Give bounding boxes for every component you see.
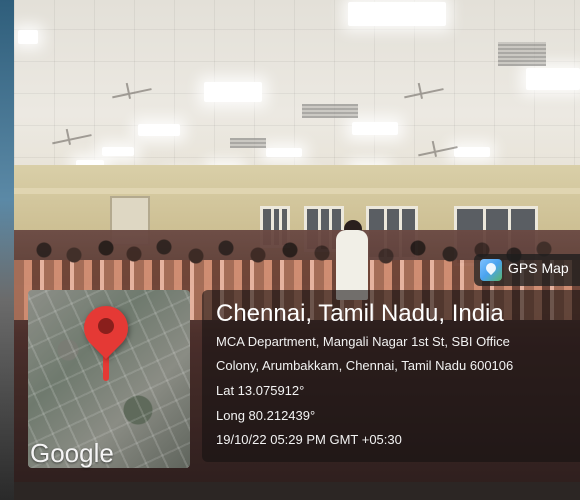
address-line-1: MCA Department, Mangali Nagar 1st St, SB… bbox=[216, 334, 510, 349]
ceiling-light bbox=[266, 148, 302, 157]
ceiling-vent bbox=[498, 42, 546, 66]
timestamp-text: 19/10/22 05:29 PM GMT +05:30 bbox=[216, 432, 402, 447]
ceiling-light bbox=[348, 2, 446, 26]
gps-map-label: GPS Map bbox=[508, 260, 569, 276]
screenshot-stage: GPS Map Chennai, Tamil Nadu, India MCA D… bbox=[0, 0, 580, 500]
wall-band bbox=[14, 188, 580, 194]
ceiling-light bbox=[204, 82, 262, 102]
latitude-text: Lat 13.075912° bbox=[216, 383, 305, 398]
gps-map-camera-icon bbox=[480, 259, 502, 281]
ceiling-vent bbox=[302, 104, 358, 118]
ceiling-light bbox=[526, 68, 580, 90]
longitude-text: Long 80.212439° bbox=[216, 408, 316, 423]
google-logo-text: Google bbox=[30, 438, 114, 468]
adjacent-photo-edge bbox=[0, 0, 14, 500]
ceiling-light bbox=[138, 124, 180, 136]
ceiling-vent bbox=[230, 138, 266, 148]
ceiling-light bbox=[102, 147, 134, 156]
location-title: Chennai, Tamil Nadu, India bbox=[216, 300, 504, 327]
ceiling-light bbox=[18, 30, 38, 44]
bottom-shadow bbox=[14, 482, 580, 500]
address-line-2: Colony, Arumbakkam, Chennai, Tamil Nadu … bbox=[216, 358, 514, 373]
map-pin-center bbox=[98, 318, 114, 334]
ceiling-light bbox=[352, 122, 398, 135]
